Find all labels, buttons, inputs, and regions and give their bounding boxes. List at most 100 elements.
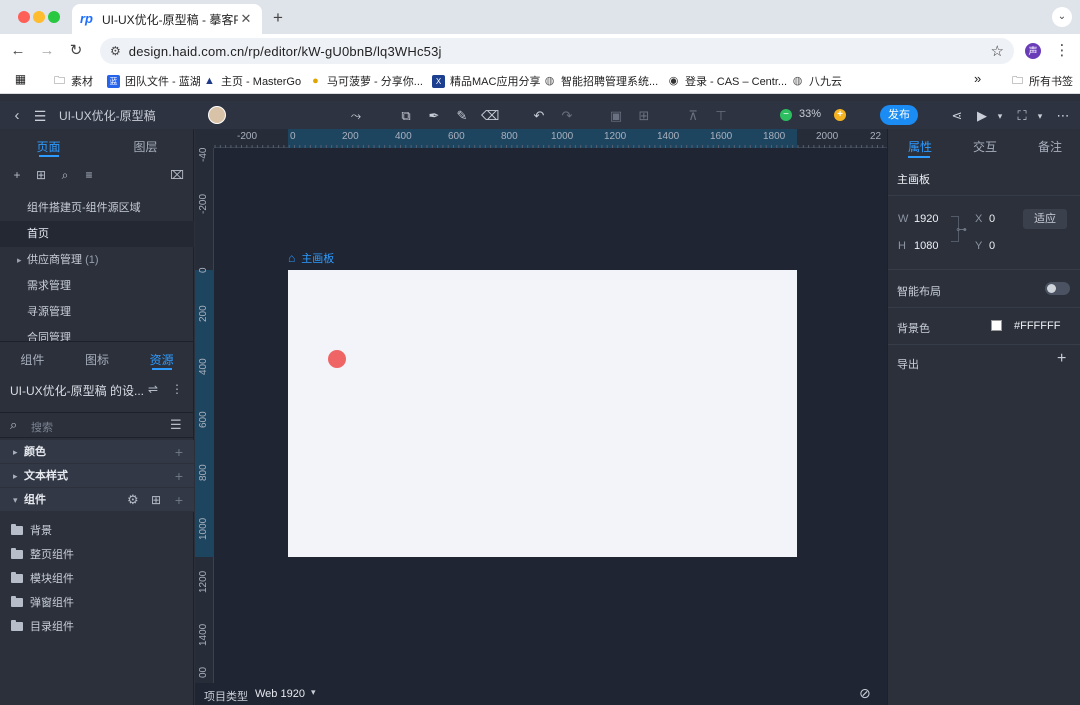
bookmark-item[interactable]: ◍ 八九云 [791,73,842,89]
crop-tool-icon[interactable]: ⊞ [635,107,653,125]
tab-notes[interactable]: 备注 [1038,138,1062,155]
bookmark-item[interactable]: X 精品MAC应用分享 [432,73,540,89]
background-color-swatch[interactable] [991,320,1002,331]
bookmark-item[interactable]: 🗀 素材 [53,73,93,89]
browser-menu-icon[interactable]: ⋮ [1054,41,1070,59]
delete-page-icon[interactable]: ⌧ [169,167,185,183]
url-bar[interactable]: ⚙ design.haid.com.cn/rp/editor/kW-gU0bnB… [100,38,1014,64]
bookmark-item[interactable]: 蓝团队文件 - 蓝湖 [107,73,201,89]
back-button[interactable]: ← [8,41,28,61]
add-shape-tool-icon[interactable]: ⧉ [397,107,415,125]
publish-button[interactable]: 发布 [880,105,918,125]
tab-search-button[interactable]: ⌄ [1052,7,1072,27]
bookmark-item[interactable]: ◍ 智能招聘管理系统... [543,73,658,89]
add-icon[interactable]: + [175,464,183,488]
add-icon[interactable]: + [175,440,183,464]
distribute-vertical-icon[interactable]: ⊼ [684,107,702,125]
more-options-icon[interactable]: ⋮ [169,381,185,397]
smart-layout-toggle[interactable] [1045,282,1070,295]
share-icon[interactable]: ⋖ [948,107,966,125]
zoom-out-icon[interactable]: − [780,109,792,121]
list-item[interactable]: 需求管理 [0,273,194,299]
chevron-down-icon[interactable]: ▾ [991,107,1009,125]
back-arrow-icon[interactable]: ‹ [8,107,26,125]
folder-item[interactable]: 整页组件 [11,546,74,562]
switch-library-icon[interactable]: ⇌ [145,381,161,397]
list-view-icon[interactable]: ☰ [170,417,182,433]
tab-layers[interactable]: 图层 [97,129,194,159]
maximize-window-button[interactable] [48,11,60,23]
artboard[interactable] [288,270,797,557]
artboard-label[interactable]: ⌂ 主画板 [288,250,334,266]
sort-icon[interactable]: ≡ [81,167,97,183]
chevron-down-icon[interactable]: ▾ [1031,107,1049,125]
project-name[interactable]: UI-UX优化-原型稿 [59,107,156,124]
eraser-tool-icon[interactable]: ⌫ [481,107,499,125]
red-circle-shape[interactable] [328,350,346,368]
gear-icon[interactable]: ⚙ [127,488,139,512]
compass-icon[interactable]: ⊘ [859,685,871,702]
connector-tool-icon[interactable]: ⤳ [347,107,365,125]
frame-tool-icon[interactable]: ▣ [607,107,625,125]
list-item[interactable]: ▸ 供应商管理 (1) [0,247,194,273]
bookmark-item[interactable]: ◉ 登录 - CAS – Centr... [667,73,787,89]
project-type-select[interactable]: Web 1920 [255,688,305,700]
preview-play-icon[interactable]: ▶ [973,107,991,125]
search-icon[interactable]: ⌕ [57,167,73,183]
apps-grid-icon[interactable]: ▦ [14,73,32,86]
list-item[interactable]: 组件搭建页-组件源区域 [0,195,194,221]
tab-properties[interactable]: 属性 [908,138,932,155]
bookmark-item[interactable]: ● 马可菠萝 - 分享你... [309,73,423,89]
all-bookmarks-button[interactable]: 🗀 所有书签 [1011,73,1073,89]
fullscreen-icon[interactable]: ⛶ [1013,107,1031,125]
redo-icon[interactable]: ↷ [558,107,576,125]
hamburger-menu-icon[interactable]: ☰ [31,107,49,125]
tab-components[interactable]: 组件 [0,342,65,372]
bookmark-item[interactable]: ▲ 主页 - MasterGo [203,73,301,89]
align-top-icon[interactable]: ⊤ [712,107,730,125]
add-folder-icon[interactable]: ⊞ [151,488,161,512]
vertical-ruler[interactable]: -40 -200 0 200 400 600 800 1000 1200 140… [195,148,214,683]
close-window-button[interactable] [18,11,30,23]
undo-icon[interactable]: ↶ [530,107,548,125]
link-icon[interactable]: ⊶ [956,223,967,236]
forward-button[interactable]: → [37,41,57,61]
horizontal-ruler[interactable]: -200 0 200 400 600 800 1000 1200 1400 16… [213,129,887,148]
fit-button[interactable]: 适应 [1023,209,1067,229]
height-input[interactable]: 1080 [914,240,938,252]
close-tab-icon[interactable]: ✕ [238,11,254,27]
folder-item[interactable]: 弹窗组件 [11,594,74,610]
tab-pages[interactable]: 页面 [0,129,97,159]
chevron-right-icon[interactable]: ▸ [17,247,22,273]
tab-icons[interactable]: 图标 [65,342,130,372]
background-color-value[interactable]: #FFFFFF [1014,320,1060,332]
minimize-window-button[interactable] [33,11,45,23]
pencil-tool-icon[interactable]: ✎ [453,107,471,125]
y-input[interactable]: 0 [989,240,995,252]
tab-resources[interactable]: 资源 [129,342,194,372]
width-input[interactable]: 1920 [914,213,938,225]
x-input[interactable]: 0 [989,213,995,225]
folder-item[interactable]: 目录组件 [11,618,74,634]
pen-tool-icon[interactable]: ✒ [425,107,443,125]
folder-item[interactable]: 模块组件 [11,570,74,586]
add-export-icon[interactable]: + [1057,350,1066,368]
site-settings-icon[interactable]: ⚙ [110,44,121,58]
tab-interactions[interactable]: 交互 [973,138,997,155]
folder-item[interactable]: 背景 [11,522,52,538]
zoom-in-icon[interactable]: + [834,109,846,121]
reload-button[interactable]: ↻ [66,41,86,61]
group-colors[interactable]: ▸ 颜色 + [0,440,194,464]
chevron-down-icon[interactable]: ▾ [311,687,316,698]
list-item[interactable]: 首页 [0,221,194,247]
list-item[interactable]: 合同管理 [0,325,194,341]
bookmark-star-icon[interactable]: ☆ [991,42,1004,60]
browser-tab[interactable]: rp UI-UX优化-原型稿 - 摹客RP ✕ [72,4,262,34]
add-icon[interactable]: + [175,488,183,512]
list-item[interactable]: 寻源管理 [0,299,194,325]
search-input[interactable]: 搜索 [31,419,53,435]
zoom-level[interactable]: 33% [799,108,821,120]
avatar[interactable] [208,106,226,124]
library-title[interactable]: UI-UX优化-原型稿 的设... [10,382,144,399]
add-page-icon[interactable]: + [9,167,25,183]
